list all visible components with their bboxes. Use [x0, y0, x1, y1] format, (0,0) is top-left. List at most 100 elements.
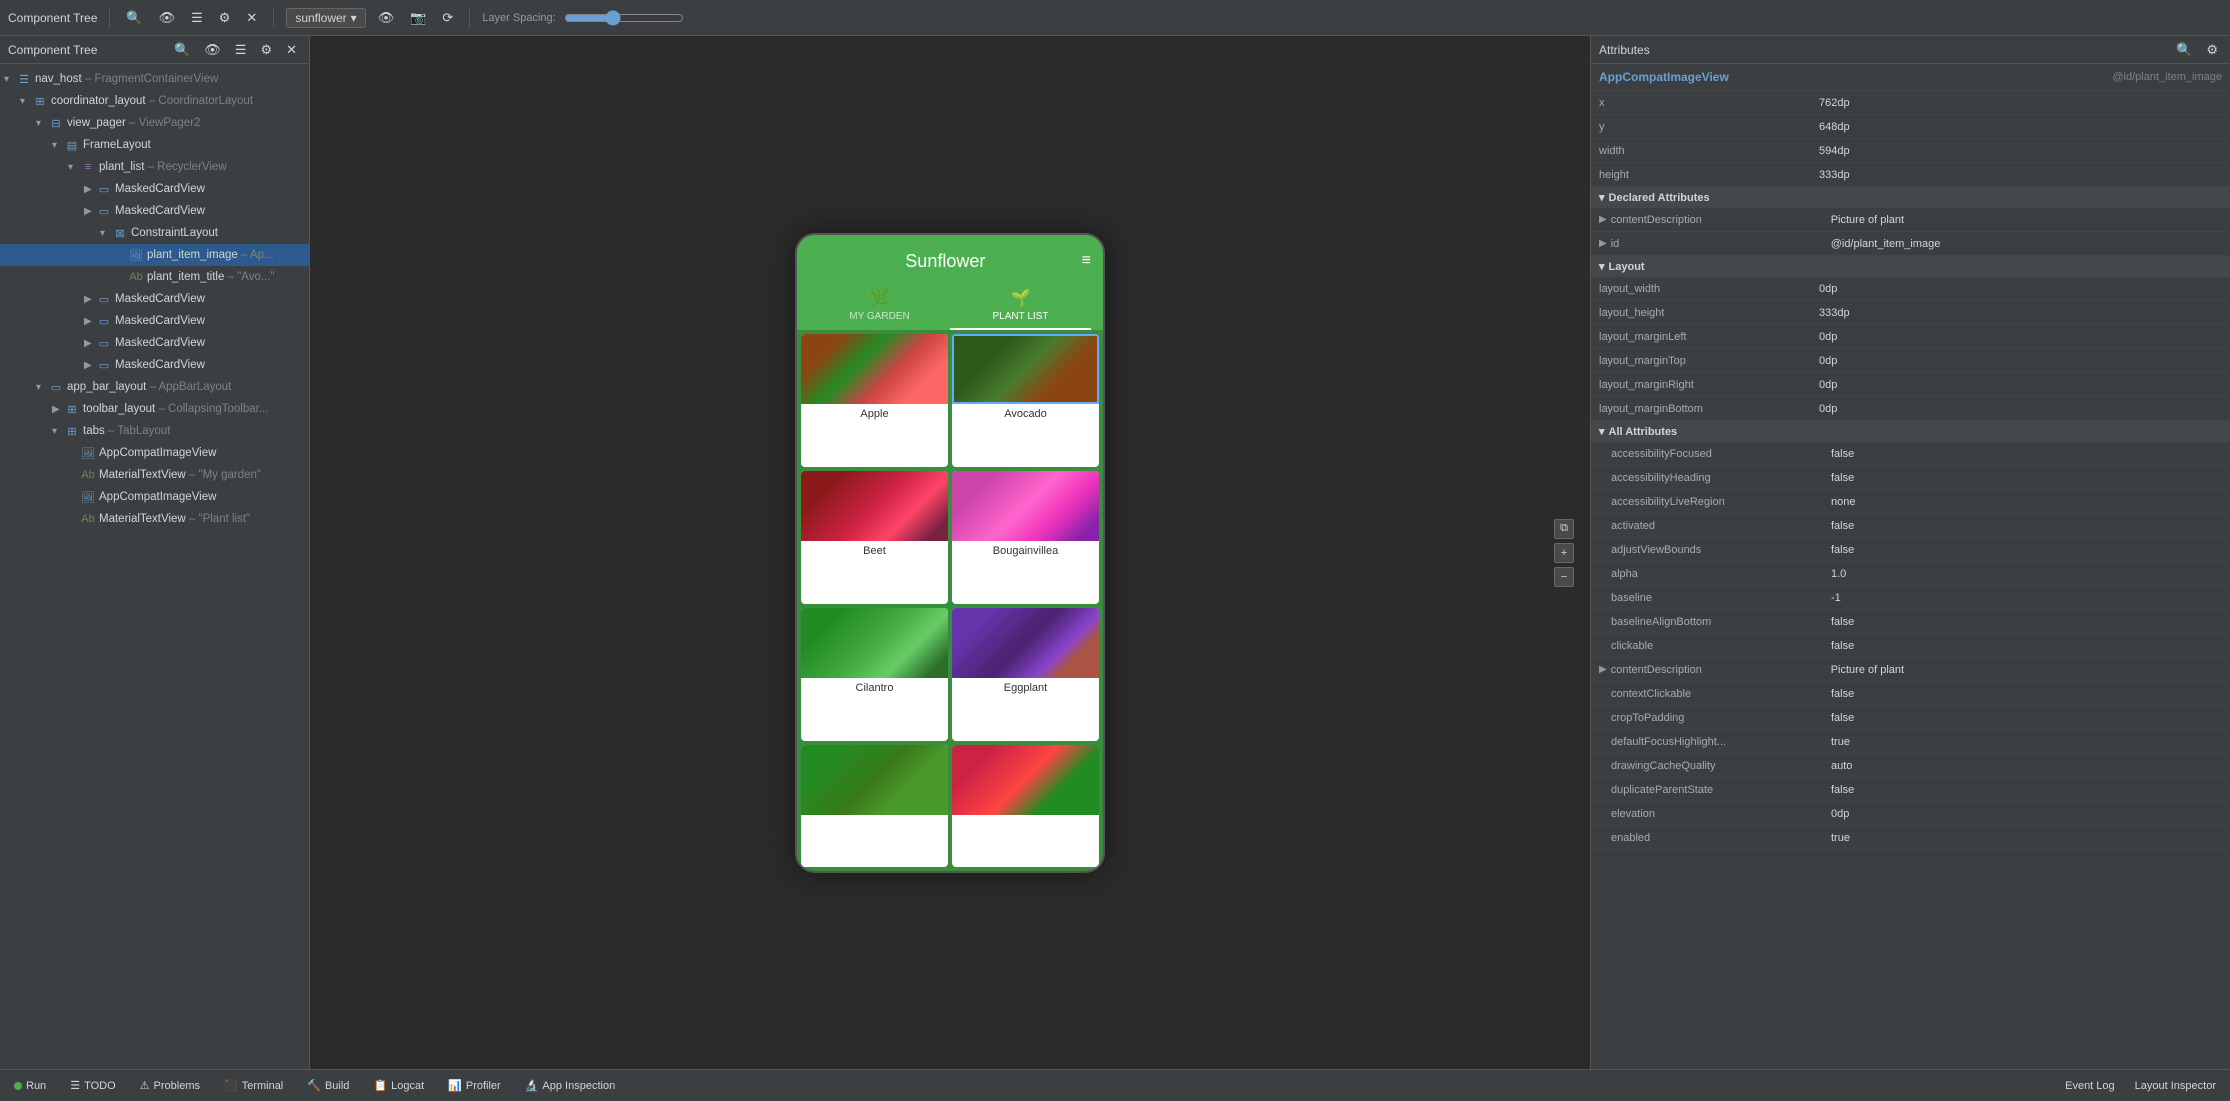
tree-item-compat_image2[interactable]: 🖼AppCompatImageView	[0, 486, 309, 508]
filter-icon[interactable]: ≡	[1082, 252, 1091, 270]
plant-card-4[interactable]: Cilantro	[801, 608, 948, 741]
expand-icon[interactable]: ▶	[1599, 664, 1607, 675]
tree-item-maskedcard1[interactable]: ▶▭MaskedCardView	[0, 178, 309, 200]
plant-name-1: Avocado	[952, 404, 1099, 424]
tree-item-app_bar_layout[interactable]: ▾▭app_bar_layout – AppBarLayout	[0, 376, 309, 398]
plant-card-5[interactable]: Eggplant	[952, 608, 1099, 741]
layer-spacing-slider[interactable]	[564, 10, 684, 26]
expand-icon[interactable]: ▶	[1599, 238, 1607, 249]
app-inspection-btn[interactable]: 🔬 App Inspection	[519, 1077, 621, 1094]
plant-card-6[interactable]	[801, 745, 948, 866]
attr-value: Picture of plant	[1831, 664, 2222, 676]
tree-item-maskedcard4[interactable]: ▶▭MaskedCardView	[0, 310, 309, 332]
tree-item-maskedcard2[interactable]: ▶▭MaskedCardView	[0, 200, 309, 222]
attr-name: clickable	[1611, 640, 1831, 652]
tree-item-nav_host[interactable]: ▾☰nav_host – FragmentContainerView	[0, 68, 309, 90]
attr-settings-btn[interactable]: ⚙	[2202, 40, 2222, 60]
plant-name-5: Eggplant	[952, 678, 1099, 698]
attr-value: 0dp	[1819, 379, 2222, 391]
tree-item-constraintlayout[interactable]: ▾⊠ConstraintLayout	[0, 222, 309, 244]
side-controls: ⧉ + −	[1554, 519, 1574, 587]
todo-icon: ☰	[70, 1079, 80, 1092]
tab-my-garden[interactable]: 🌿 MY GARDEN	[809, 280, 950, 330]
device-selector[interactable]: sunflower ▾	[286, 8, 365, 28]
tree-item-tabs[interactable]: ▾⊞tabs – TabLayout	[0, 420, 309, 442]
tree-item-coordinator_layout[interactable]: ▾⊞coordinator_layout – CoordinatorLayout	[0, 90, 309, 112]
attr-name: layout_marginRight	[1599, 379, 1819, 391]
tree-item-maskedcard5[interactable]: ▶▭MaskedCardView	[0, 332, 309, 354]
plant-card-2[interactable]: Beet	[801, 471, 948, 604]
cardview-icon: ▭	[96, 181, 112, 197]
attr-value: none	[1831, 496, 2222, 508]
tree-label: view_pager	[67, 117, 126, 129]
eye-btn[interactable]: 👁	[155, 8, 180, 28]
app-header: Sunflower ≡ 🌿 MY GARDEN 🌱 PLANT LIST	[797, 235, 1103, 330]
layout-inspector-btn[interactable]: Layout Inspector	[2129, 1078, 2222, 1094]
nav-icon: ☰	[16, 71, 32, 87]
build-btn[interactable]: 🔨 Build	[301, 1077, 355, 1094]
component-tree-panel: Component Tree 🔍 👁 ☰ ⚙ ✕ ▾☰nav_host – Fr…	[0, 36, 310, 1069]
tree-eye-btn[interactable]: 👁	[200, 40, 225, 60]
tree-item-compat_image1[interactable]: 🖼AppCompatImageView	[0, 442, 309, 464]
tree-item-maskedcard3[interactable]: ▶▭MaskedCardView	[0, 288, 309, 310]
tree-item-material_text1[interactable]: AbMaterialTextView – "My garden"	[0, 464, 309, 486]
build-label: Build	[325, 1080, 349, 1092]
chevron-down-icon: ▾	[351, 11, 357, 25]
collapse-icon: ▾	[1599, 425, 1605, 438]
app-screen: Sunflower ≡ 🌿 MY GARDEN 🌱 PLANT LIST	[797, 235, 1103, 871]
settings-btn[interactable]: ⚙	[215, 8, 235, 28]
camera-btn[interactable]: 📷	[406, 8, 430, 28]
list-btn[interactable]: ☰	[187, 8, 207, 28]
attr-row-width: width594dp	[1591, 139, 2230, 163]
plant-card-3[interactable]: Bougainvillea	[952, 471, 1099, 604]
event-log-btn[interactable]: Event Log	[2059, 1078, 2121, 1094]
tree-sublabel: – Ap...	[238, 249, 274, 261]
refresh-btn[interactable]: ⟳	[438, 8, 457, 28]
tree-label: MaterialTextView	[99, 469, 186, 481]
problems-btn[interactable]: ⚠ Problems	[134, 1077, 206, 1094]
tree-item-plant_item_title[interactable]: Abplant_item_title – "Avo..."	[0, 266, 309, 288]
layout-row-layout_width: layout_width0dp	[1591, 277, 2230, 301]
zoom-in-btn[interactable]: +	[1554, 543, 1574, 563]
expand-icon[interactable]: ▶	[1599, 214, 1607, 225]
inspection-icon: 🔬	[525, 1079, 539, 1092]
zoom-out-btn[interactable]: −	[1554, 567, 1574, 587]
all-attributes-header[interactable]: ▾All Attributes	[1591, 421, 2230, 442]
tree-item-view_pager[interactable]: ▾⊟view_pager – ViewPager2	[0, 112, 309, 134]
logcat-btn[interactable]: 📋 Logcat	[367, 1077, 430, 1094]
tree-container: ▾☰nav_host – FragmentContainerView▾⊞coor…	[0, 64, 309, 1069]
tree-arrow: ▶	[84, 316, 96, 327]
layout-row-layout_marginRight: layout_marginRight0dp	[1591, 373, 2230, 397]
image-icon: 🖼	[80, 489, 96, 505]
tree-search-btn[interactable]: 🔍	[170, 40, 194, 60]
copy-btn[interactable]: ⧉	[1554, 519, 1574, 539]
attr-name: defaultFocusHighlight...	[1611, 736, 1831, 748]
terminal-btn[interactable]: ⬛ Terminal	[218, 1077, 289, 1094]
profiler-btn[interactable]: 📊 Profiler	[442, 1077, 507, 1094]
tree-item-material_text2[interactable]: AbMaterialTextView – "Plant list"	[0, 508, 309, 530]
tree-item-plant_list[interactable]: ▾≡plant_list – RecyclerView	[0, 156, 309, 178]
attr-name: cropToPadding	[1611, 712, 1831, 724]
run-btn[interactable]: Run	[8, 1078, 52, 1094]
tree-close-btn[interactable]: ✕	[282, 40, 301, 60]
attr-search-btn[interactable]: 🔍	[2172, 40, 2196, 60]
preview-btn[interactable]: 👁	[374, 8, 399, 28]
tree-item-plant_item_image[interactable]: 🖼plant_item_image – Ap...	[0, 244, 309, 266]
todo-btn[interactable]: ☰ TODO	[64, 1077, 121, 1094]
attr-value: 0dp	[1831, 808, 2222, 820]
close-btn[interactable]: ✕	[242, 8, 261, 28]
layout-section-header[interactable]: ▾Layout	[1591, 256, 2230, 277]
tree-item-maskedcard6[interactable]: ▶▭MaskedCardView	[0, 354, 309, 376]
text-icon: Ab	[128, 269, 144, 285]
tree-menu-btn[interactable]: ☰	[231, 40, 251, 60]
search-btn[interactable]: 🔍	[122, 8, 146, 28]
declared-attributes-header[interactable]: ▾Declared Attributes	[1591, 187, 2230, 208]
tab-plant-list[interactable]: 🌱 PLANT LIST	[950, 280, 1091, 330]
tree-settings-btn[interactable]: ⚙	[256, 40, 276, 60]
tree-item-toolbar_layout[interactable]: ▶⊞toolbar_layout – CollapsingToolbar...	[0, 398, 309, 420]
plant-card-0[interactable]: Apple	[801, 334, 948, 467]
plant-card-7[interactable]	[952, 745, 1099, 866]
all-attr-row-adjustViewBounds: adjustViewBoundsfalse	[1591, 538, 2230, 562]
plant-card-1[interactable]: AppCompatImageViewAvocado	[952, 334, 1099, 467]
tree-item-framelayout[interactable]: ▾▤FrameLayout	[0, 134, 309, 156]
